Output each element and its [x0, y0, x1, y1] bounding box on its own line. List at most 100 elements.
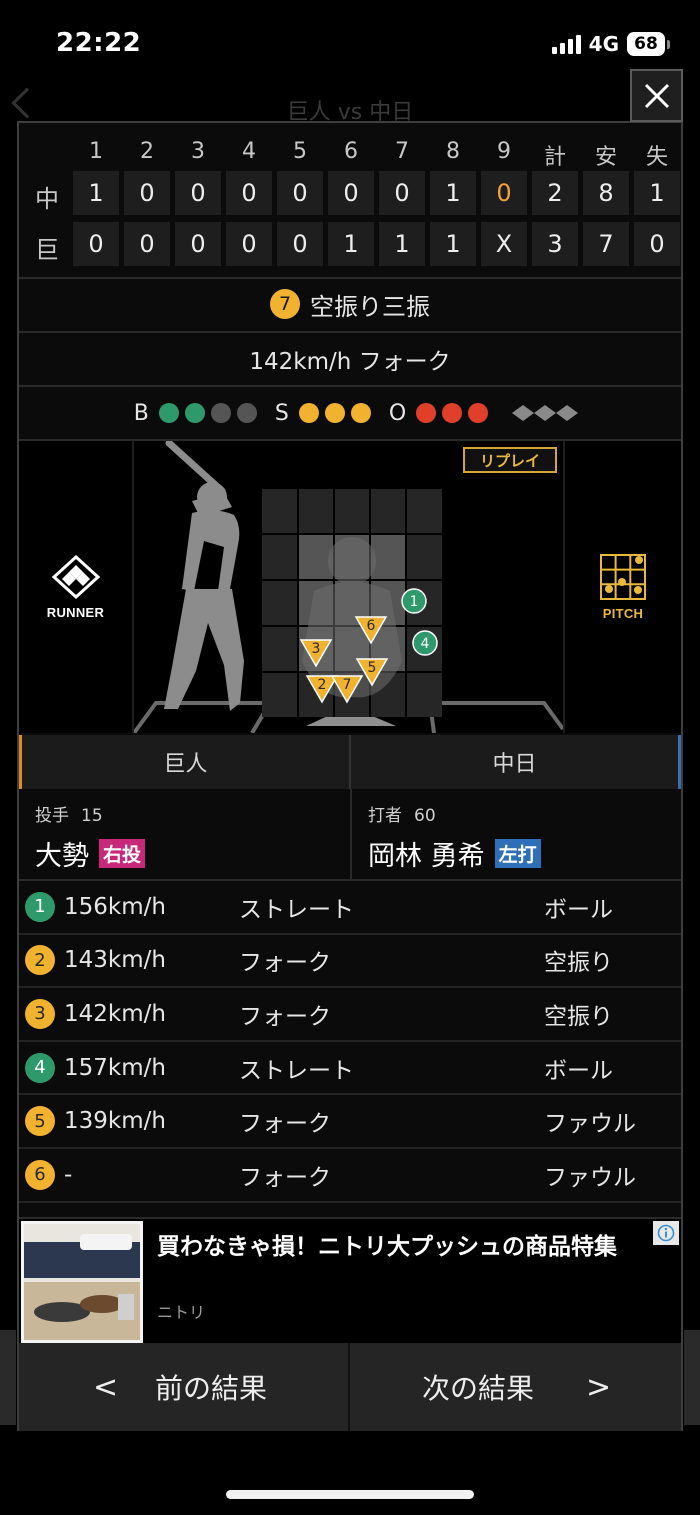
inning-score-cell: 0	[277, 222, 323, 266]
strikes-dots	[298, 403, 371, 423]
pitch-marker-number: 1	[410, 594, 419, 610]
inning-score-cell: 1	[328, 222, 374, 266]
pitch-list: 1 156km/h ストレート ボール 2 143km/h フォーク 空振り 3 142km/h フ…	[19, 881, 681, 1203]
status-time: 22:22	[56, 28, 142, 58]
inning-score-cell: X	[481, 222, 527, 266]
scoreboard-header: 8	[446, 139, 460, 164]
scoreboard: 123456789計安失中100000010281巨00000111X370	[19, 123, 681, 277]
pitch-marker-number: 7	[343, 677, 352, 693]
runner-label: RUNNER	[46, 604, 105, 620]
inning-score-cell: 0	[328, 171, 374, 215]
pitch-speed: 157km/h	[64, 1054, 166, 1081]
pitch-type: フォーク	[239, 1164, 331, 1191]
background-content	[684, 1330, 700, 1425]
next-result-button[interactable]: 次の結果 >	[350, 1343, 681, 1431]
inning-score-cell: 0	[124, 222, 170, 266]
inning-score-cell: 1	[430, 222, 476, 266]
runner-button[interactable]: RUNNER	[19, 441, 134, 733]
diamond-icon	[51, 554, 100, 599]
inning-score-cell: 0	[226, 171, 272, 215]
ball-dot	[158, 403, 179, 423]
pitcher-hand-badge: 右投	[99, 839, 146, 868]
play-detail-modal: 123456789計安失中100000010281巨00000111X370 7…	[17, 121, 683, 1431]
background-content	[0, 1330, 16, 1425]
pitch-speed: 156km/h	[64, 893, 166, 920]
batter-info: 打者 60 岡林 勇希 左打	[350, 789, 681, 879]
close-button[interactable]	[630, 69, 683, 122]
pitch-speed: -	[64, 1161, 73, 1188]
pitch-marker: 1	[401, 588, 427, 614]
out-dot	[468, 403, 489, 423]
batter-name: 岡林 勇希	[368, 841, 485, 872]
home-indicator	[226, 1490, 474, 1499]
chevron-right-icon: >	[586, 1369, 612, 1405]
ad-image[interactable]	[21, 1221, 143, 1343]
prev-result-button[interactable]: < 前の結果	[19, 1343, 350, 1431]
scoreboard-header: 6	[344, 139, 358, 164]
info-icon[interactable]	[653, 1221, 679, 1245]
pitch-result: ファウル	[544, 1111, 636, 1138]
pitch-number-badge: 5	[25, 1106, 55, 1137]
inning-score-cell: 0	[481, 171, 527, 215]
inning-score-cell: 0	[124, 171, 170, 215]
inning-score-cell: 0	[277, 171, 323, 215]
ad-product-image	[24, 1224, 140, 1340]
total-cell: 2	[532, 171, 578, 215]
pitcher-number: 15	[81, 806, 103, 826]
inning-score-cell: 0	[379, 171, 425, 215]
pitch-result: ボール	[544, 1057, 613, 1084]
pitcher-role: 投手	[35, 806, 69, 826]
play-number-badge: 7	[270, 289, 300, 319]
pitch-type: フォーク	[239, 950, 331, 977]
home-team-tab: 巨人	[19, 735, 350, 789]
strike-dot	[324, 403, 345, 423]
scoreboard-team-name: 中	[35, 185, 59, 213]
next-result-label: 次の結果	[422, 1372, 535, 1405]
pitch-marker: 4	[412, 630, 438, 656]
pitch-speed: 143km/h	[64, 947, 166, 974]
bases-icon	[512, 405, 579, 421]
pitch-marker-number: 5	[368, 660, 377, 676]
pitch-type: ストレート	[239, 896, 354, 923]
signal-icon	[551, 34, 581, 54]
pitch-speed: 139km/h	[64, 1108, 166, 1135]
pitch-row: 1 156km/h ストレート ボール	[19, 881, 681, 935]
ball-dot	[210, 403, 231, 423]
pitch-marker-number: 6	[367, 618, 376, 634]
scoreboard-header: 5	[293, 139, 307, 164]
pitch-row: 4 157km/h ストレート ボール	[19, 1042, 681, 1096]
pitch-view-button[interactable]: PITCH	[563, 441, 681, 733]
inning-score-cell: 1	[73, 171, 119, 215]
pitch-grid-icon	[600, 553, 646, 600]
ad-banner[interactable]: 買わなきゃ損！ニトリ大プッシュの商品特集 ニトリ	[19, 1217, 681, 1343]
balls-label: B	[133, 400, 149, 426]
scoreboard-header: 3	[191, 139, 205, 164]
pitch-row: 5 139km/h フォーク ファウル	[19, 1095, 681, 1149]
pitch-number-badge: 2	[25, 945, 55, 976]
scoreboard-header: 2	[140, 139, 154, 164]
scoreboard-header: 安	[594, 145, 617, 170]
batter-role: 打者	[368, 806, 402, 826]
pitch-number-badge: 4	[25, 1052, 55, 1083]
away-team-tab: 中日	[350, 735, 681, 789]
strikes-label: S	[274, 400, 289, 426]
inning-score-cell: 0	[73, 222, 119, 266]
pitch-label: PITCH	[602, 605, 644, 621]
pitcher-name: 大勢	[35, 841, 89, 872]
ad-sponsor: ニトリ	[157, 1303, 206, 1322]
ball-dot	[184, 403, 205, 423]
replay-button[interactable]: リプレイ	[463, 447, 557, 473]
inning-score-cell: 0	[175, 171, 221, 215]
pitch-row: 2 143km/h フォーク 空振り	[19, 935, 681, 989]
scoreboard-header: 4	[242, 139, 256, 164]
outs-dots	[416, 403, 489, 423]
total-cell: 1	[634, 171, 680, 215]
pitch-type: フォーク	[239, 1111, 331, 1138]
count-display: B S O	[19, 387, 681, 439]
batter-box-left	[134, 701, 274, 733]
pitch-result: 空振り	[544, 950, 613, 977]
strike-dot	[298, 403, 319, 423]
battery-level: 68	[627, 32, 665, 56]
pitcher-info: 投手 15 大勢 右投	[19, 789, 350, 879]
ad-title[interactable]: 買わなきゃ損！ニトリ大プッシュの商品特集	[157, 1231, 647, 1263]
